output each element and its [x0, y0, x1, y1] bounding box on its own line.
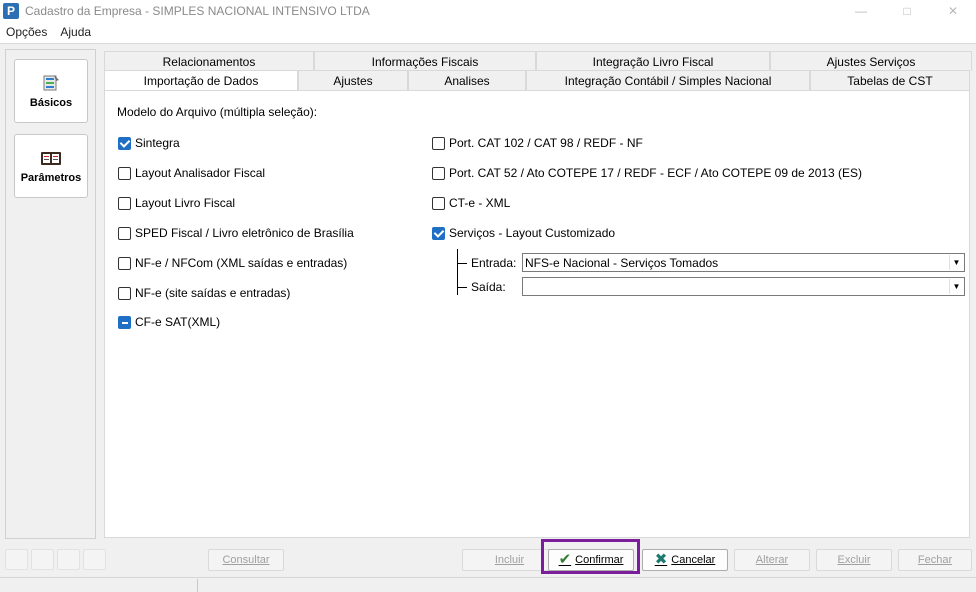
option-label: NF-e / NFCom (XML saídas e entradas) [135, 256, 348, 270]
nav-prev-button[interactable] [31, 549, 54, 570]
option-nfe-nfcom[interactable]: NF-e / NFCom (XML saídas e entradas) [118, 255, 347, 271]
button-label: Confirmar [575, 554, 624, 566]
option-cfe-sat[interactable]: CF-e SAT(XML) [118, 314, 220, 330]
option-sintegra[interactable]: Sintegra [118, 135, 180, 151]
option-layout-livro-fiscal[interactable]: Layout Livro Fiscal [118, 195, 235, 211]
parameters-icon [40, 149, 62, 167]
menu-bar: Opções Ajuda [0, 21, 976, 43]
sidebar-item-parametros[interactable]: Parâmetros [14, 134, 88, 198]
option-sped-fiscal[interactable]: SPED Fiscal / Livro eletrônico de Brasíl… [118, 225, 354, 241]
bracket-tick [457, 263, 467, 264]
fechar-button[interactable]: Fechar [898, 549, 972, 571]
option-label: Port. CAT 102 / CAT 98 / REDF - NF [449, 136, 643, 150]
sidebar-item-label: Básicos [29, 96, 73, 109]
option-label: CT-e - XML [449, 196, 511, 210]
section-label: Modelo do Arquivo (múltipla seleção): [117, 105, 318, 119]
option-port-cat-102[interactable]: Port. CAT 102 / CAT 98 / REDF - NF [432, 135, 643, 151]
tab-integracao-livro-fiscal[interactable]: Integração Livro Fiscal [536, 51, 770, 71]
chevron-down-icon[interactable]: ▼ [949, 255, 963, 270]
menu-ajuda[interactable]: Ajuda [54, 25, 98, 39]
check-icon: ✔ [558, 551, 572, 568]
checkbox[interactable] [432, 136, 445, 150]
checkbox[interactable] [118, 286, 131, 300]
sidebar: Básicos Parâmetros [5, 49, 96, 539]
option-nfe-site[interactable]: NF-e (site saídas e entradas) [118, 285, 290, 301]
checkbox-indeterminate[interactable] [118, 315, 131, 329]
basics-icon [40, 74, 62, 92]
chevron-down-icon[interactable]: ▼ [949, 279, 963, 294]
confirmar-button[interactable]: ✔ Confirmar [548, 549, 634, 571]
menu-opcoes[interactable]: Opções [0, 25, 54, 39]
tab-importacao-de-dados[interactable]: Importação de Dados [104, 70, 298, 91]
option-label: CF-e SAT(XML) [135, 315, 221, 329]
nav-first-button[interactable] [5, 549, 28, 570]
tab-panel-importacao: Modelo do Arquivo (múltipla seleção): Si… [104, 90, 970, 538]
tab-integracao-contabil[interactable]: Integração Contábil / Simples Nacional [526, 70, 810, 90]
tab-informacoes-fiscais[interactable]: Informações Fiscais [314, 51, 536, 71]
menu-divider [0, 43, 976, 44]
option-label: Serviços - Layout Customizado [449, 226, 616, 240]
nav-next-button[interactable] [57, 549, 80, 570]
button-label: Fechar [917, 554, 953, 566]
entrada-label: Entrada: [471, 256, 517, 270]
tab-ajustes[interactable]: Ajustes [298, 70, 408, 90]
option-label: Layout Livro Fiscal [135, 196, 236, 210]
sidebar-item-basicos[interactable]: Básicos [14, 59, 88, 123]
excluir-button[interactable]: Excluir [816, 549, 892, 571]
button-label: Incluir [494, 554, 525, 566]
button-label: Consultar [222, 554, 270, 566]
saida-label: Saída: [471, 280, 506, 294]
checkbox[interactable] [118, 256, 131, 270]
option-layout-analisador-fiscal[interactable]: Layout Analisador Fiscal [118, 165, 265, 181]
entrada-select[interactable]: NFS-e Nacional - Serviços Tomados ▼ [522, 253, 965, 272]
tab-tabelas-de-cst[interactable]: Tabelas de CST [810, 70, 970, 90]
cancel-x-icon: ✖ [654, 551, 668, 568]
option-label: Sintegra [135, 136, 180, 150]
checkbox[interactable] [432, 196, 445, 210]
close-icon[interactable]: ✕ [930, 0, 976, 21]
option-servicos-layout-customizado[interactable]: Serviços - Layout Customizado [432, 225, 615, 241]
nav-last-button[interactable] [83, 549, 106, 570]
status-bar [0, 577, 976, 592]
checkbox[interactable] [118, 196, 131, 210]
option-label: SPED Fiscal / Livro eletrônico de Brasíl… [135, 226, 354, 240]
option-port-cat-52[interactable]: Port. CAT 52 / Ato COTEPE 17 / REDF - EC… [432, 165, 862, 181]
option-label: Port. CAT 52 / Ato COTEPE 17 / REDF - EC… [449, 166, 863, 180]
button-label: Alterar [755, 554, 789, 566]
sidebar-item-label: Parâmetros [20, 171, 82, 184]
status-divider [197, 579, 198, 592]
cancelar-button[interactable]: ✖ Cancelar [642, 549, 728, 571]
checkbox[interactable] [432, 166, 445, 180]
bracket-line [457, 249, 467, 295]
entrada-value: NFS-e Nacional - Serviços Tomados [525, 255, 719, 270]
tab-analises[interactable]: Analises [408, 70, 526, 90]
alterar-button[interactable]: Alterar [734, 549, 810, 571]
tab-relacionamentos[interactable]: Relacionamentos [104, 51, 314, 71]
tab-ajustes-servicos[interactable]: Ajustes Serviços [770, 51, 972, 71]
bracket-tick [457, 287, 467, 288]
option-label: NF-e (site saídas e entradas) [135, 286, 291, 300]
option-cte-xml[interactable]: CT-e - XML [432, 195, 510, 211]
button-label: Cancelar [671, 554, 716, 566]
checkbox-checked[interactable] [118, 136, 131, 150]
maximize-icon[interactable]: □ [884, 0, 930, 21]
consultar-button[interactable]: Consultar [208, 549, 284, 571]
option-label: Layout Analisador Fiscal [135, 166, 266, 180]
title-bar: P Cadastro da Empresa - SIMPLES NACIONAL… [0, 0, 976, 21]
button-label: Excluir [837, 554, 871, 566]
minimize-icon[interactable]: — [838, 0, 884, 21]
checkbox[interactable] [118, 166, 131, 180]
checkbox[interactable] [118, 226, 131, 240]
checkbox-checked[interactable] [432, 226, 445, 240]
saida-select[interactable]: ▼ [522, 277, 965, 296]
window-title: Cadastro da Empresa - SIMPLES NACIONAL I… [25, 3, 370, 18]
app-icon: P [3, 2, 19, 19]
